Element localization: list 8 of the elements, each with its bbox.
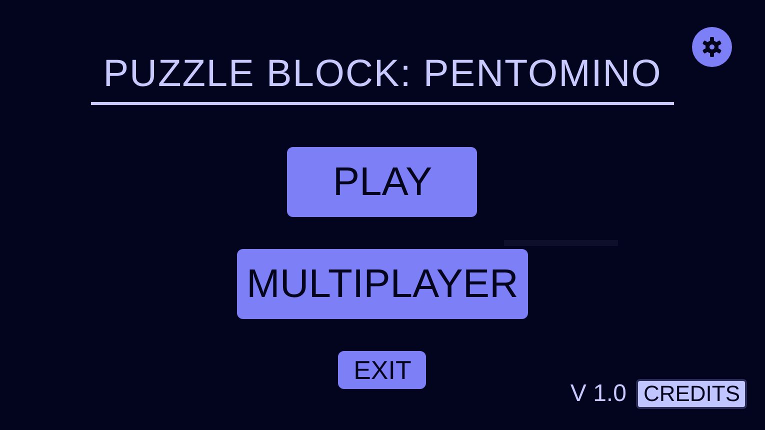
menu-button[interactable]: PLAY xyxy=(287,147,478,217)
game-title: PUZZLE BLOCK: PENTOMINO xyxy=(91,52,674,105)
settings-button[interactable] xyxy=(692,27,732,67)
menu-button[interactable]: MULTIPLAYER xyxy=(236,249,528,319)
version-label: V 1.0 xyxy=(570,380,626,408)
settings-icon xyxy=(700,35,724,59)
credits-button[interactable]: CREDITS xyxy=(636,379,747,409)
menu-button[interactable]: EXIT xyxy=(338,351,426,389)
